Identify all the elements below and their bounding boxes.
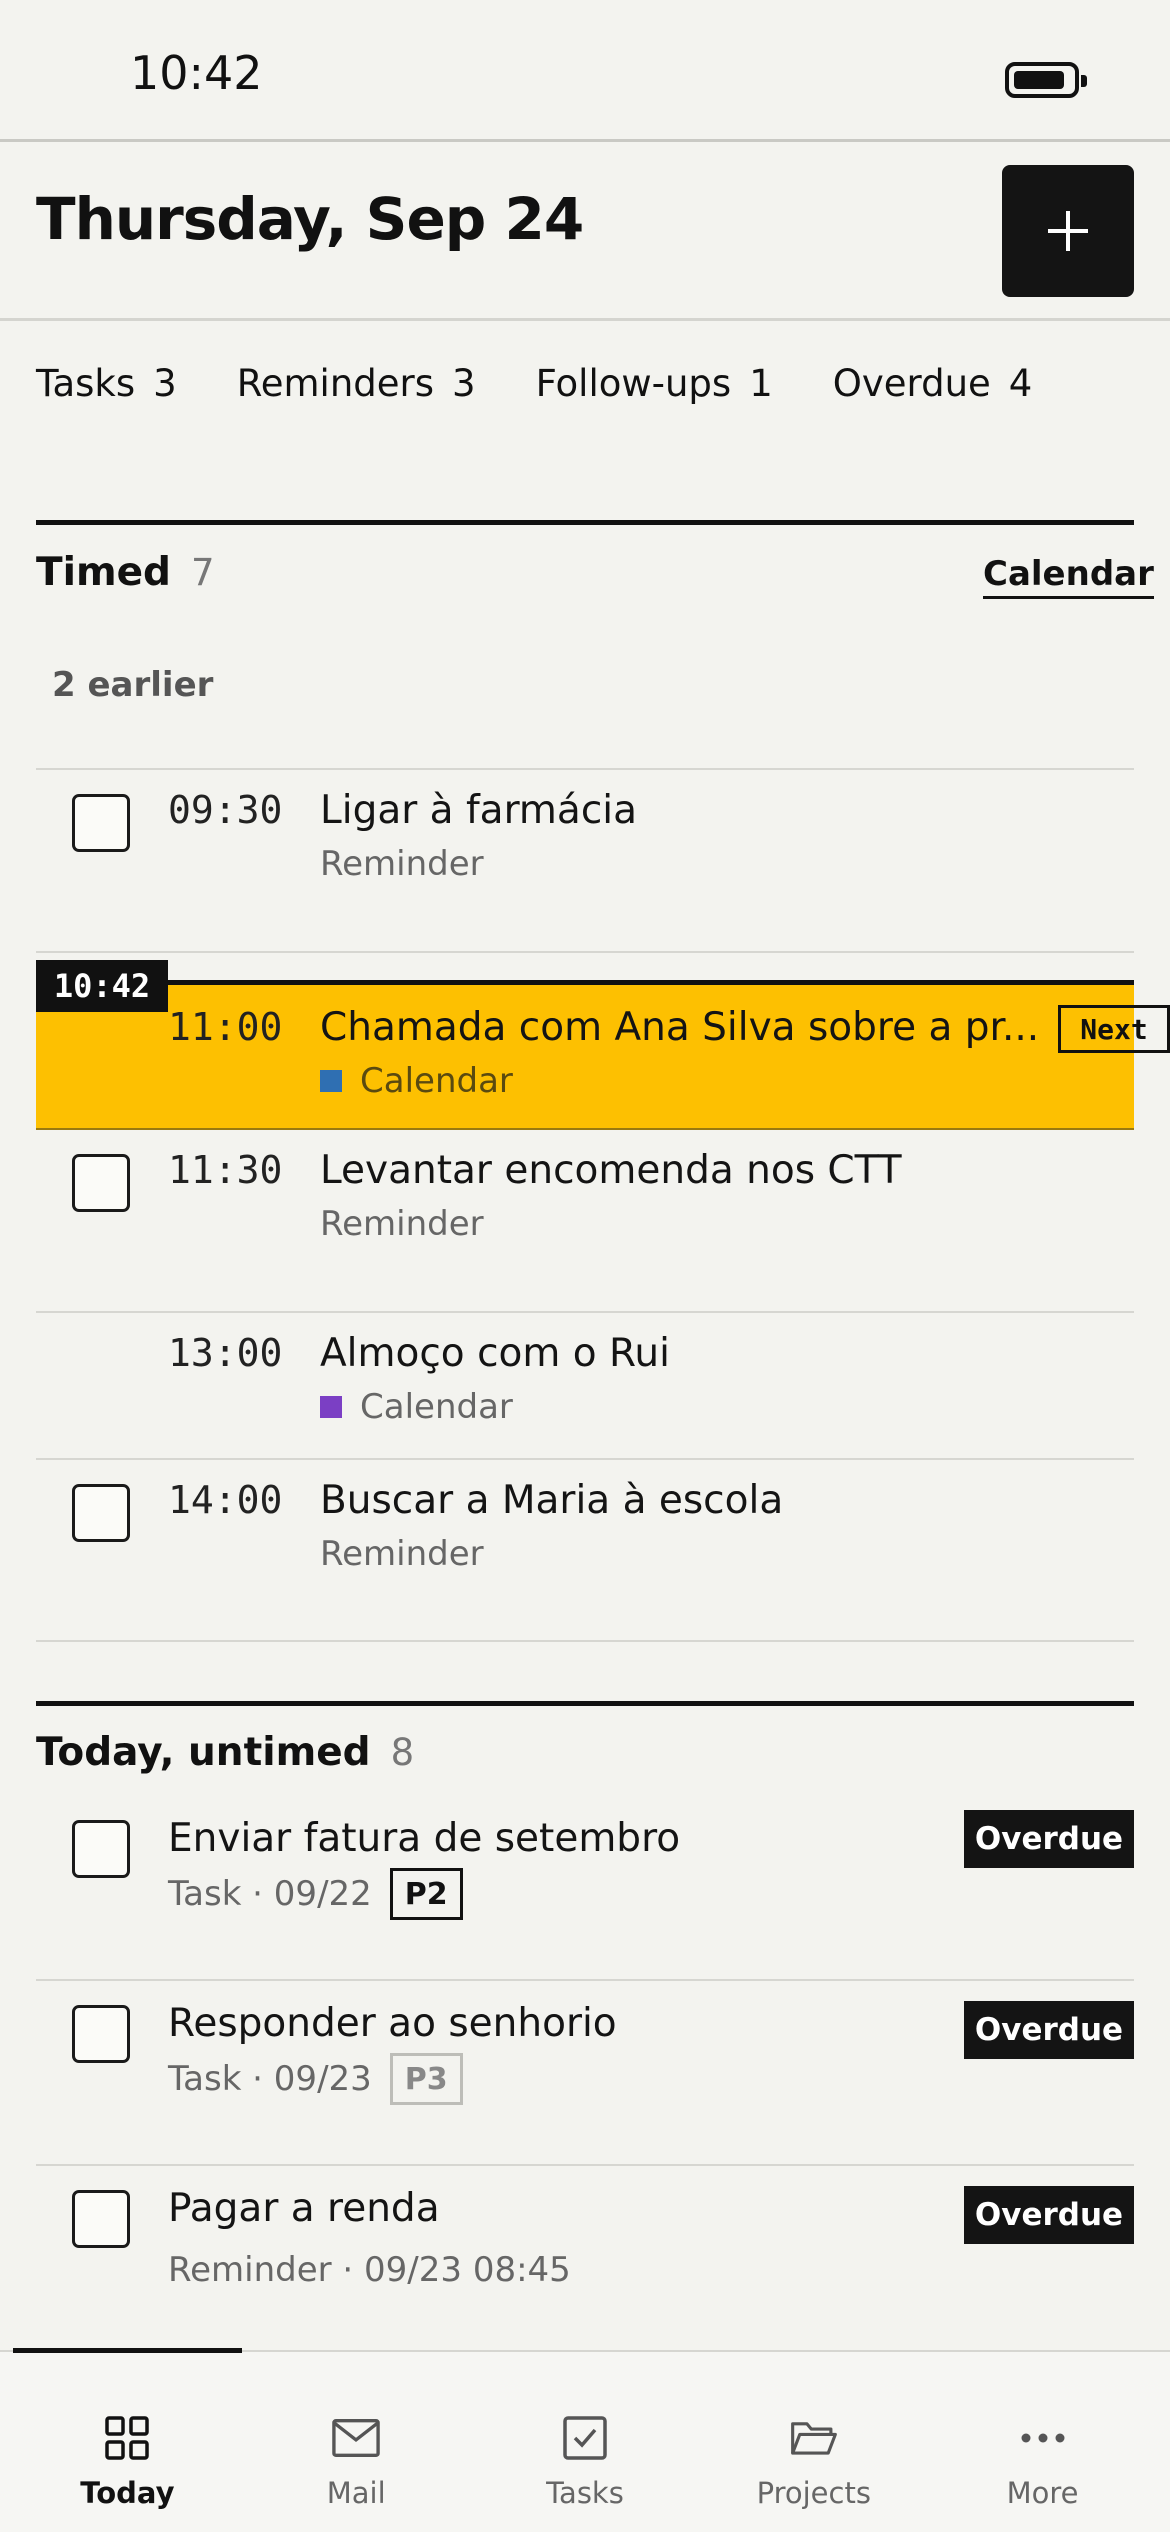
count-follow-ups[interactable]: Follow-ups 1 <box>536 362 773 405</box>
tab-mail[interactable]: Mail <box>242 2352 471 2532</box>
item-title: Responder ao senhorio <box>168 2001 617 2046</box>
next-badge: Next <box>1058 1005 1170 1053</box>
item-meta: Task · 09/23 P3 <box>168 2053 463 2105</box>
count-value: 3 <box>452 362 476 405</box>
timed-item[interactable]: 14:00 Buscar a Maria à escola Reminder <box>36 1460 1134 1642</box>
section-title: Today, untimed <box>36 1730 371 1775</box>
tab-tasks[interactable]: Tasks <box>471 2352 700 2532</box>
item-kind: Reminder <box>320 1534 484 1574</box>
status-bar: 10:42 <box>0 0 1170 142</box>
add-button[interactable] <box>1002 165 1134 297</box>
priority-badge: P2 <box>389 1868 463 1920</box>
timed-item[interactable]: 13:00 Almoço com o Rui Calendar <box>36 1313 1134 1460</box>
item-kind: Calendar <box>360 1061 513 1101</box>
item-time: 11:30 <box>168 1148 283 1192</box>
item-time: 11:00 <box>168 1005 283 1049</box>
item-checkbox[interactable] <box>72 1484 130 1542</box>
item-title: Levantar encomenda nos CTT <box>320 1148 902 1193</box>
count-label: Tasks <box>36 362 136 405</box>
calendar-color-swatch <box>320 1070 342 1092</box>
tab-label: Today <box>80 2476 175 2510</box>
item-meta-text: Reminder · 09/23 08:45 <box>168 2250 571 2290</box>
show-earlier-button[interactable]: 2 earlier <box>52 665 213 705</box>
untimed-item[interactable]: Responder ao senhorio Task · 09/23 P3 Ov… <box>36 1981 1134 2166</box>
count-reminders[interactable]: Reminders 3 <box>237 362 476 405</box>
item-title: Enviar fatura de setembro <box>168 1816 681 1861</box>
item-meta-text: Task · 09/23 <box>168 2059 372 2099</box>
item-kind: Reminder <box>320 844 484 884</box>
timed-item[interactable]: 09:30 Ligar à farmácia Reminder <box>36 768 1134 953</box>
section-divider <box>36 520 1134 525</box>
section-divider <box>36 1701 1134 1706</box>
item-kind: Calendar <box>360 1387 513 1427</box>
untimed-section-header: Today, untimed 8 <box>36 1730 414 1775</box>
tab-label: Projects <box>756 2476 871 2510</box>
overdue-badge: Overdue <box>964 2186 1134 2244</box>
bottom-tab-bar: Today Mail Tasks Projects More <box>0 2348 1170 2532</box>
timed-item-next[interactable]: 11:00 Chamada com Ana Silva sobre a pr..… <box>36 980 1170 1130</box>
grid-icon <box>103 2414 151 2462</box>
tab-more[interactable]: More <box>928 2352 1157 2532</box>
calendar-link[interactable]: Calendar <box>983 554 1154 599</box>
item-time: 13:00 <box>168 1331 283 1375</box>
current-time-marker: 10:42 <box>36 960 168 1012</box>
item-title: Chamada com Ana Silva sobre a pr... <box>320 1005 1040 1050</box>
tab-label: Mail <box>326 2476 386 2510</box>
plus-icon <box>1048 211 1088 251</box>
item-meta: Calendar <box>320 1387 513 1427</box>
count-value: 4 <box>1008 362 1033 405</box>
more-dots-icon <box>1019 2414 1067 2462</box>
overdue-badge: Overdue <box>964 1810 1134 1868</box>
count-label: Overdue <box>832 362 991 405</box>
mail-icon <box>332 2414 380 2462</box>
timed-item[interactable]: 11:30 Levantar encomenda nos CTT Reminde… <box>36 1130 1134 1313</box>
item-title: Almoço com o Rui <box>320 1331 670 1376</box>
status-time: 10:42 <box>130 46 263 100</box>
battery-icon <box>1005 62 1087 98</box>
untimed-item[interactable]: Enviar fatura de setembro Task · 09/22 P… <box>36 1798 1134 1981</box>
item-checkbox[interactable] <box>72 794 130 852</box>
page-header: Thursday, Sep 24 <box>0 145 1170 321</box>
item-meta-text: Task · 09/22 <box>168 1874 372 1914</box>
priority-badge: P3 <box>389 2053 463 2105</box>
count-tasks[interactable]: Tasks 3 <box>36 362 177 405</box>
count-label: Reminders <box>236 362 435 405</box>
overdue-badge: Overdue <box>964 2001 1134 2059</box>
section-title: Timed <box>36 550 171 595</box>
page-title: Thursday, Sep 24 <box>36 185 584 253</box>
item-title: Pagar a renda <box>168 2186 440 2231</box>
summary-counts: Tasks 3 Reminders 3 Follow-ups 1 Overdue… <box>36 362 1032 405</box>
count-value: 3 <box>153 362 177 405</box>
item-meta: Calendar <box>320 1061 513 1101</box>
count-label: Follow-ups <box>535 362 732 405</box>
tab-label: More <box>1006 2476 1079 2510</box>
item-time: 14:00 <box>168 1478 283 1522</box>
item-title: Buscar a Maria à escola <box>320 1478 784 1523</box>
tab-projects[interactable]: Projects <box>699 2352 928 2532</box>
tab-label: Tasks <box>546 2476 624 2510</box>
item-checkbox[interactable] <box>72 1820 130 1878</box>
item-checkbox[interactable] <box>72 1154 130 1212</box>
count-value: 1 <box>749 362 773 405</box>
item-title: Ligar à farmácia <box>320 788 637 833</box>
untimed-item[interactable]: Pagar a renda Reminder · 09/23 08:45 Ove… <box>36 2166 1134 2350</box>
tab-today[interactable]: Today <box>13 2348 242 2532</box>
item-meta: Task · 09/22 P2 <box>168 1868 463 1920</box>
checkbox-icon <box>561 2414 609 2462</box>
item-time: 09:30 <box>168 788 283 832</box>
timed-section-header: Timed 7 <box>36 550 215 595</box>
count-overdue[interactable]: Overdue 4 <box>833 362 1033 405</box>
item-checkbox[interactable] <box>72 2190 130 2248</box>
folder-icon <box>790 2414 838 2462</box>
section-count: 7 <box>190 551 215 594</box>
calendar-color-swatch <box>320 1396 342 1418</box>
section-count: 8 <box>390 1731 415 1774</box>
item-checkbox[interactable] <box>72 2005 130 2063</box>
item-kind: Reminder <box>320 1204 484 1244</box>
